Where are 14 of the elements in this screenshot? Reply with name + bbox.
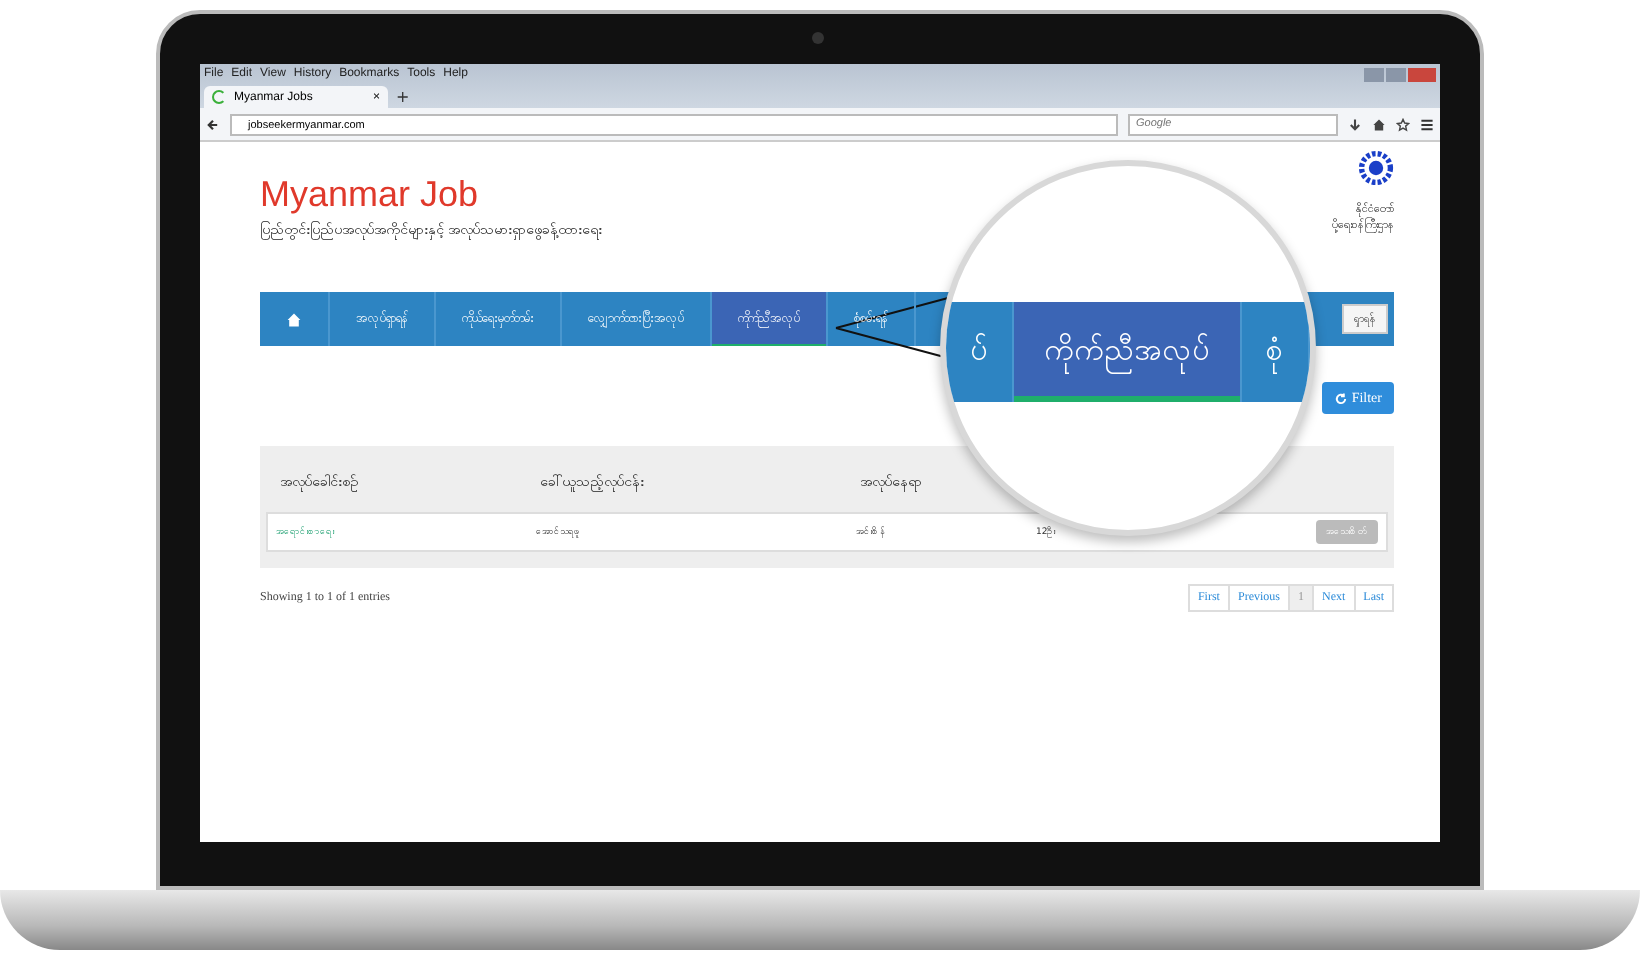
refresh-icon xyxy=(1333,391,1348,405)
gear-logo-icon xyxy=(1358,150,1394,186)
leader-line xyxy=(836,298,948,358)
star-icon[interactable] xyxy=(1396,117,1410,131)
menu-icon[interactable] xyxy=(1420,117,1434,131)
download-icon[interactable] xyxy=(1348,117,1362,131)
site-title: Myanmar Job xyxy=(260,174,481,214)
home-icon[interactable] xyxy=(1372,117,1386,131)
new-tab-button[interactable]: + xyxy=(396,88,410,108)
window-controls-icon[interactable] xyxy=(1364,67,1436,81)
loading-icon xyxy=(212,90,226,104)
home-icon xyxy=(286,311,302,327)
back-icon[interactable] xyxy=(206,117,220,131)
camera-icon xyxy=(812,32,824,44)
